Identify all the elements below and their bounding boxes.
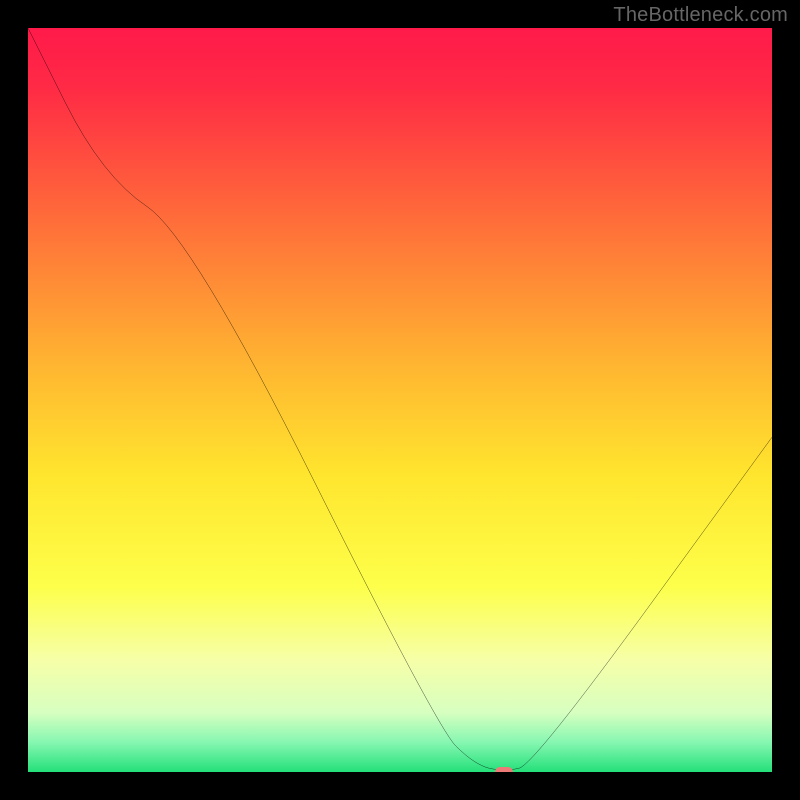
plot-area (28, 28, 772, 772)
optimal-point-marker (495, 767, 513, 772)
watermark-text: TheBottleneck.com (613, 4, 788, 27)
bottleneck-curve (28, 28, 772, 772)
chart-frame: TheBottleneck.com (0, 0, 800, 800)
